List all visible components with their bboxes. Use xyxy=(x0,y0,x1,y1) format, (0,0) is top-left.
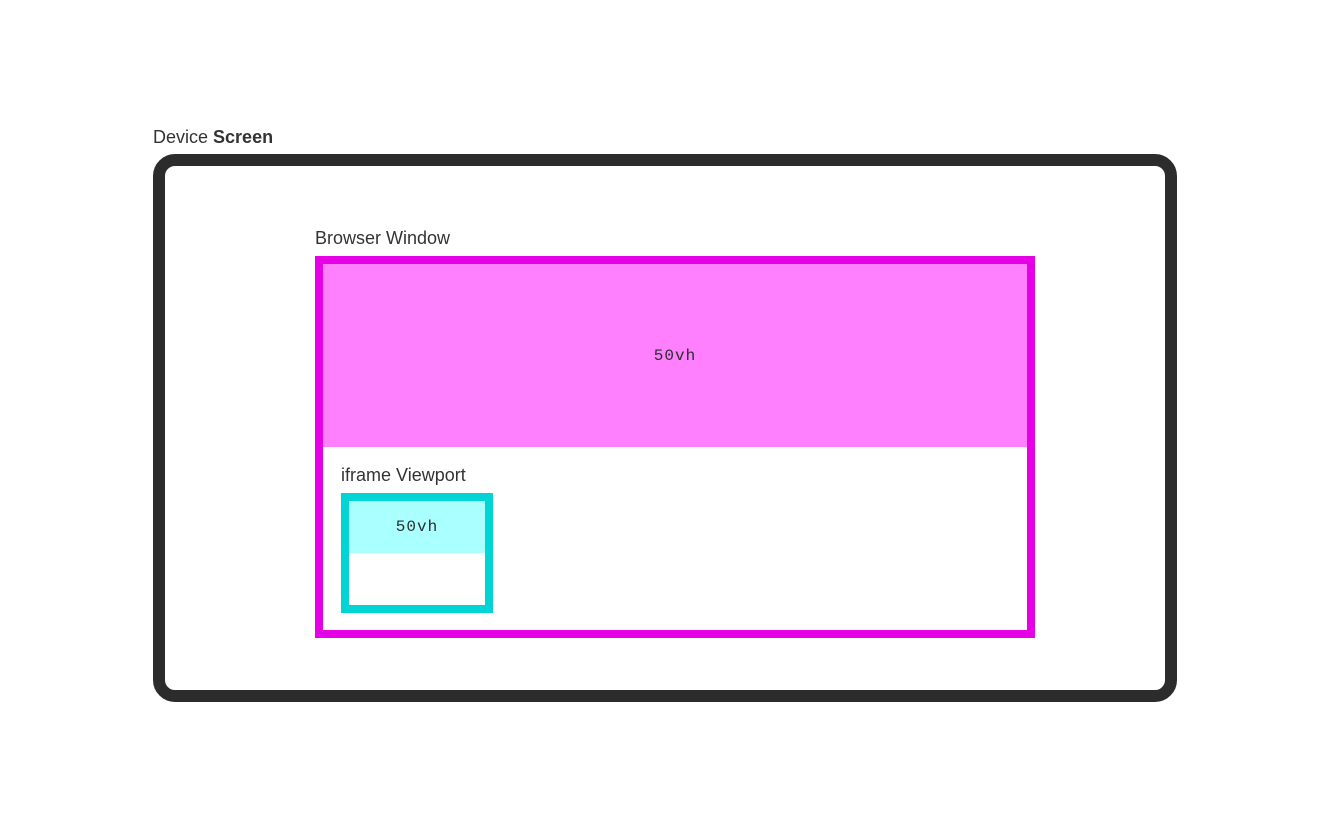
iframe-bottom-half xyxy=(349,553,485,605)
diagram-container: Device Screen Browser Window 50vh iframe… xyxy=(153,127,1177,702)
browser-label: Browser Window xyxy=(315,228,450,249)
browser-top-half: 50vh xyxy=(323,264,1027,447)
screen-label: Device Screen xyxy=(153,127,1177,148)
iframe-vh-text: 50vh xyxy=(396,518,438,536)
iframe-label: iframe Viewport xyxy=(341,465,466,486)
browser-label-prefix: Browser xyxy=(315,228,386,248)
browser-vh-text: 50vh xyxy=(654,347,696,365)
screen-label-bold: Screen xyxy=(213,127,273,147)
screen-label-prefix: Device xyxy=(153,127,213,147)
browser-window-box: 50vh iframe Viewport 50vh xyxy=(315,256,1035,638)
device-screen-box: Browser Window 50vh iframe Viewport 50vh xyxy=(153,154,1177,702)
browser-bottom-half: iframe Viewport 50vh xyxy=(323,447,1027,630)
iframe-viewport-box: 50vh xyxy=(341,493,493,613)
iframe-top-half: 50vh xyxy=(349,501,485,553)
browser-label-bold: Window xyxy=(386,228,450,248)
iframe-label-prefix: iframe xyxy=(341,465,396,485)
iframe-label-bold: Viewport xyxy=(396,465,466,485)
